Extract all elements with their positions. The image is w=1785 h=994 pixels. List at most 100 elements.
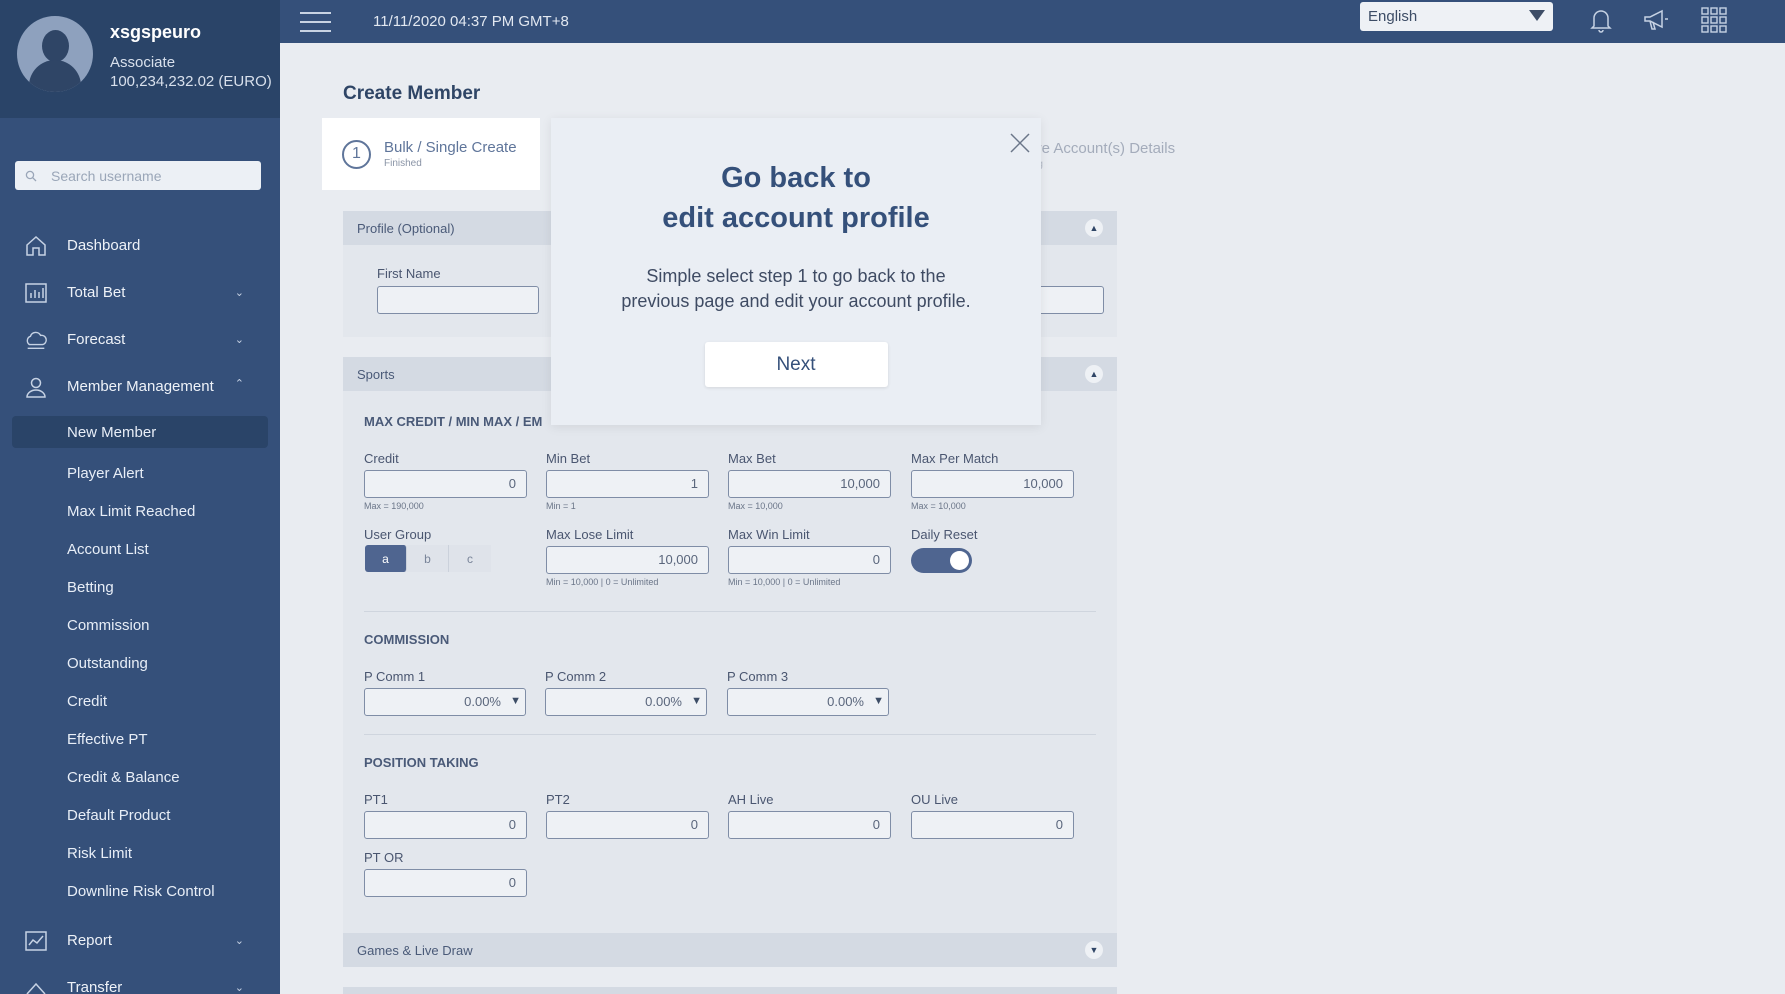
credit-label: Credit — [364, 451, 399, 466]
sidebar-item-label: Transfer — [67, 979, 123, 994]
user-info: xsgspeuro Associate 100,234,232.02 (EURO… — [110, 22, 272, 118]
forecast-icon — [24, 328, 48, 352]
max-win-hint: Min = 10,000 | 0 = Unlimited — [728, 577, 841, 587]
ah-live-label: AH Live — [728, 792, 774, 807]
pcomm1-select[interactable]: 0.00% ▼ — [364, 688, 526, 716]
modal-text-line1: Simple select step 1 to go back to the — [646, 266, 946, 286]
sidebar-subitem-max-limit-reached[interactable]: Max Limit Reached — [0, 492, 280, 530]
max-lose-input[interactable]: 10,000 — [546, 546, 709, 574]
pt-or-input[interactable]: 0 — [364, 869, 527, 897]
sidebar-subitem-account-list[interactable]: Account List — [0, 530, 280, 568]
user-icon — [24, 375, 48, 399]
collapse-up-icon[interactable]: ▲ — [1085, 219, 1103, 237]
max-lose-label: Max Lose Limit — [546, 527, 634, 542]
modal-title: Go back to edit account profile — [551, 158, 1041, 238]
pt-or-label: PT OR — [364, 850, 404, 865]
sidebar-subitem-credit-balance[interactable]: Credit & Balance — [0, 758, 280, 796]
ou-live-label: OU Live — [911, 792, 958, 807]
modal-text-line2: previous page and edit your account prof… — [621, 291, 971, 311]
sidebar-subitem-downline-risk-control[interactable]: Downline Risk Control — [0, 872, 280, 910]
search-icon — [25, 170, 37, 181]
panel-title: Profile (Optional) — [357, 220, 455, 236]
max-per-match-input[interactable]: 10,000 — [911, 470, 1074, 498]
sidebar-item-transfer[interactable]: Transfer ⌄ — [0, 964, 280, 994]
step-status: Finished — [384, 158, 422, 169]
sidebar-item-member-management[interactable]: Member Management ⌃ — [0, 363, 280, 410]
pcomm2-select[interactable]: 0.00% ▼ — [545, 688, 707, 716]
pcomm2-label: P Comm 2 — [545, 669, 607, 684]
apps-grid-icon[interactable] — [1699, 5, 1729, 35]
first-name-label: First Name — [377, 266, 441, 281]
caret-down-icon: ▼ — [873, 695, 884, 707]
sidebar-item-label: Member Management — [67, 378, 214, 395]
sports-panel: Sports ▲ — [343, 357, 1117, 957]
close-icon[interactable] — [1009, 132, 1031, 154]
section-divider — [364, 734, 1096, 735]
sidebar-subitem-credit[interactable]: Credit — [0, 682, 280, 720]
sidebar-item-report[interactable]: Report ⌄ — [0, 917, 280, 964]
top-bar: 11/11/2020 04:37 PM GMT+8 English — [280, 0, 1785, 43]
sidebar-subitem-betting[interactable]: Betting — [0, 568, 280, 606]
caret-down-icon: ▼ — [691, 695, 702, 707]
games-panel: Games & Live Draw ▼ — [343, 933, 1117, 967]
bell-icon[interactable] — [1586, 5, 1616, 35]
sidebar-nav: Dashboard Total Bet ⌄ Forecast ⌄ Member … — [0, 222, 280, 910]
sidebar-subitem-risk-limit[interactable]: Risk Limit — [0, 834, 280, 872]
sidebar-subitem-outstanding[interactable]: Outstanding — [0, 644, 280, 682]
report-icon — [24, 929, 48, 953]
pcomm3-select[interactable]: 0.00% ▼ — [727, 688, 889, 716]
sidebar-subitem-player-alert[interactable]: Player Alert — [0, 454, 280, 492]
min-bet-input[interactable]: 1 — [546, 470, 709, 498]
sidebar-nav-bottom: Report ⌄ Transfer ⌄ — [0, 917, 280, 994]
transfer-icon — [24, 976, 48, 994]
sidebar-item-total-bet[interactable]: Total Bet ⌄ — [0, 269, 280, 316]
panel-title: Sports — [357, 366, 395, 382]
pcomm1-value: 0.00% — [464, 694, 501, 709]
games-panel-header[interactable]: Games & Live Draw ▼ — [343, 933, 1117, 967]
hamburger-menu-icon[interactable] — [300, 5, 331, 39]
section-divider — [364, 611, 1096, 612]
chevron-down-icon: ⌄ — [234, 334, 244, 346]
home-icon — [24, 234, 48, 258]
pt2-input[interactable]: 0 — [546, 811, 709, 839]
pt1-input[interactable]: 0 — [364, 811, 527, 839]
sidebar-subitem-effective-pt[interactable]: Effective PT — [0, 720, 280, 758]
max-bet-input[interactable]: 10,000 — [728, 470, 891, 498]
collapse-up-icon[interactable]: ▲ — [1085, 365, 1103, 383]
edit-profile-modal: Go back to edit account profile Simple s… — [551, 118, 1041, 425]
avatar[interactable] — [17, 16, 93, 92]
max-win-input[interactable]: 0 — [728, 546, 891, 574]
step-1[interactable]: 1 Bulk / Single Create Finished — [322, 118, 540, 190]
next-button[interactable]: Next — [704, 342, 888, 387]
modal-title-line1: Go back to — [721, 162, 871, 194]
sidebar-subitem-commission[interactable]: Commission — [0, 606, 280, 644]
credit-input[interactable]: 0 — [364, 470, 527, 498]
user-group-option-b[interactable]: b — [407, 545, 449, 572]
expand-down-icon[interactable]: ▼ — [1085, 941, 1103, 959]
profile-field-right[interactable] — [1034, 286, 1104, 314]
pcomm2-value: 0.00% — [645, 694, 682, 709]
limits-section-title: MAX CREDIT / MIN MAX / EM — [364, 414, 543, 429]
sidebar-subitem-default-product[interactable]: Default Product — [0, 796, 280, 834]
sidebar-subitem-new-member[interactable]: New Member — [12, 416, 268, 448]
sidebar-item-label: Report — [67, 932, 113, 949]
user-group-option-c[interactable]: c — [449, 545, 491, 572]
pcomm3-value: 0.00% — [827, 694, 864, 709]
first-name-input[interactable] — [377, 286, 539, 314]
sidebar-search — [15, 161, 261, 190]
language-select[interactable]: English — [1360, 2, 1553, 31]
ah-live-input[interactable]: 0 — [728, 811, 891, 839]
modal-text: Simple select step 1 to go back to the p… — [551, 264, 1041, 314]
ou-live-input[interactable]: 0 — [911, 811, 1074, 839]
page-title: Create Member — [343, 83, 481, 104]
user-group-option-a[interactable]: a — [365, 545, 407, 572]
user-group-segmented: a b c — [365, 545, 491, 572]
user-group-label: User Group — [364, 527, 432, 542]
sidebar-item-forecast[interactable]: Forecast ⌄ — [0, 316, 280, 363]
megaphone-icon[interactable] — [1641, 5, 1671, 35]
credit-hint: Max = 190,000 — [364, 501, 424, 511]
search-input[interactable] — [51, 167, 241, 184]
daily-reset-toggle[interactable] — [911, 548, 972, 573]
bar-chart-icon — [24, 281, 48, 305]
sidebar-item-dashboard[interactable]: Dashboard — [0, 222, 280, 269]
